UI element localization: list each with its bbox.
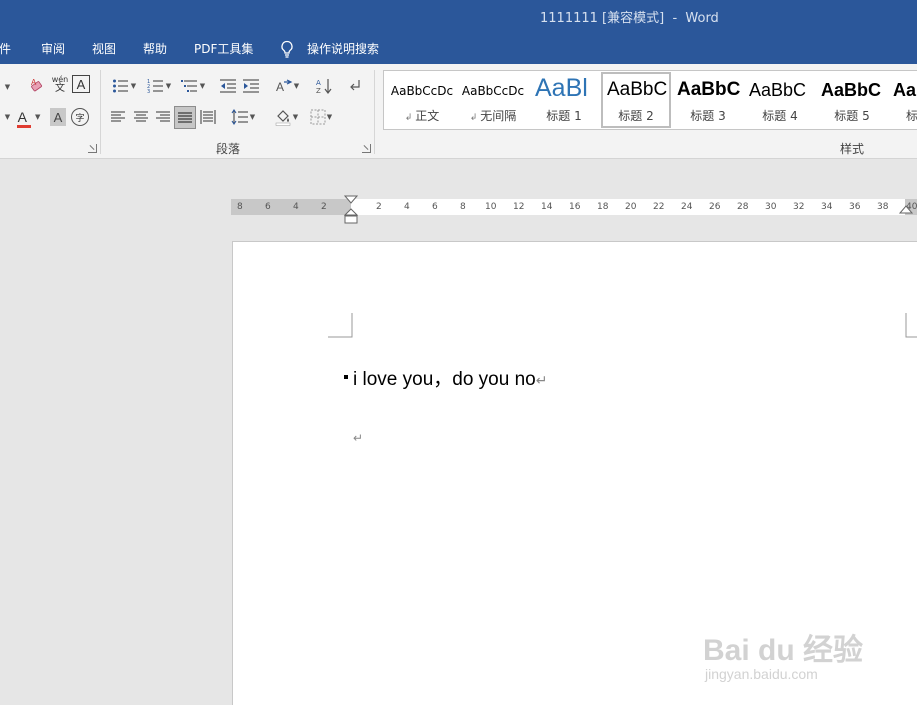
align-left-icon[interactable] [108, 106, 128, 128]
phonetic-guide-icon[interactable]: wén 文 [50, 74, 70, 96]
ruler-margin-left [231, 199, 351, 215]
margin-corner-mark-right [905, 313, 917, 338]
tab-review[interactable]: 审阅 [41, 40, 65, 57]
window-title: 1111111 [兼容模式] - Word [540, 11, 719, 26]
style-heading-4[interactable]: AaBbC 标题 4 [745, 72, 815, 128]
svg-text:3: 3 [147, 89, 150, 94]
style-no-spacing[interactable]: AaBbCcDc ↲ 无间隔 [458, 72, 528, 128]
ruler-tick: 18 [597, 202, 609, 212]
chinese-layout-icon: A [276, 79, 293, 94]
show-formatting-marks-icon[interactable] [345, 75, 365, 97]
ruler-tick: 2 [376, 202, 382, 212]
clear-formatting-icon[interactable]: A [28, 74, 48, 96]
decrease-indent-icon[interactable] [218, 75, 238, 97]
ruler-tick: 6 [265, 202, 271, 212]
sort-icon[interactable]: AZ [313, 75, 335, 97]
paragraph-group-label: 段落 [216, 142, 241, 156]
paragraph-mark: ↵ [535, 372, 548, 388]
line-spacing-icon [231, 109, 248, 125]
svg-text:A: A [276, 80, 284, 94]
indent-markers-icon[interactable] [344, 195, 358, 225]
ruler-tick: 10 [485, 202, 497, 212]
watermark-url: jingyan.baidu.com [705, 666, 818, 682]
paragraph-mark: ↵ [353, 431, 364, 445]
highlight-dropdown-partial[interactable]: ▼ [0, 106, 14, 128]
line-spacing-button[interactable]: ▼ [227, 106, 259, 128]
margin-corner-mark-left [328, 313, 353, 338]
align-right-icon[interactable] [153, 106, 173, 128]
style-heading-3[interactable]: AaBbC 标题 3 [673, 72, 743, 128]
enclose-characters-icon[interactable]: 字 [71, 108, 89, 126]
right-indent-marker-icon[interactable] [899, 204, 913, 218]
ruler-tick: 22 [653, 202, 665, 212]
font-color-button[interactable]: A ▼ [14, 106, 44, 128]
paint-bucket-icon [275, 110, 291, 126]
tab-help[interactable]: 帮助 [143, 40, 167, 57]
ruler-tick: 8 [237, 202, 243, 212]
group-separator [374, 70, 375, 154]
borders-button[interactable]: ▼ [305, 106, 337, 128]
style-heading-2[interactable]: AaBbC 标题 2 [601, 72, 671, 128]
numbering-button[interactable]: 1 2 3 ▼ [143, 75, 175, 97]
tab-file-partial[interactable]: 件 [0, 40, 11, 57]
ruler-tick: 26 [709, 202, 721, 212]
ruler-tick: 36 [849, 202, 861, 212]
ruler-tick: 2 [321, 202, 327, 212]
ruler-tick: 16 [569, 202, 581, 212]
tell-me-search[interactable]: 操作说明搜索 [307, 40, 379, 57]
style-heading-6-partial[interactable]: AaI 标 [889, 72, 917, 128]
document-paragraph[interactable]: i love you，do you no↵ [353, 364, 547, 391]
ruler-tick: 30 [765, 202, 777, 212]
ruler-tick: 34 [821, 202, 833, 212]
font-dropdown-partial[interactable]: ▼ [0, 76, 14, 98]
svg-text:A: A [31, 78, 37, 87]
ruler-tick: 28 [737, 202, 749, 212]
tab-view[interactable]: 视图 [92, 40, 116, 57]
increase-indent-icon[interactable] [241, 75, 261, 97]
distributed-icon[interactable] [198, 106, 218, 128]
paragraph-dialog-launcher[interactable] [362, 144, 371, 153]
numbering-icon: 123 [147, 79, 163, 94]
empty-paragraph[interactable]: ↵ [353, 426, 363, 448]
ribbon-tabs: 件 审阅 视图 帮助 PDF工具集 操作说明搜索 [0, 32, 917, 64]
font-color-swatch [17, 125, 31, 128]
watermark-logo: Bai du 经验 [703, 634, 864, 667]
font-dialog-launcher[interactable] [88, 144, 97, 153]
character-border-icon[interactable]: A [72, 75, 90, 93]
multilevel-list-button[interactable]: ▼ [177, 75, 209, 97]
ruler-tick: 6 [432, 202, 438, 212]
ruler-tick: 38 [877, 202, 889, 212]
ruler-tick: 14 [541, 202, 553, 212]
justify-icon[interactable] [174, 106, 196, 129]
svg-text:A: A [316, 79, 321, 87]
align-center-icon[interactable] [131, 106, 151, 128]
style-normal[interactable]: AaBbCcDc ↲ 正文 [387, 72, 457, 128]
title-bar: 1111111 [兼容模式] - Word [0, 0, 917, 32]
borders-icon [310, 109, 326, 125]
multilevel-list-icon [180, 80, 197, 92]
shading-button[interactable]: ▼ [270, 106, 302, 128]
font-color-icon: A [17, 109, 27, 125]
svg-text:Z: Z [316, 87, 321, 95]
ruler-tick: 32 [793, 202, 805, 212]
tab-pdf-tools[interactable]: PDF工具集 [194, 40, 253, 57]
ruler-tick: 4 [293, 202, 299, 212]
paragraph-mark-bullet [344, 375, 348, 379]
style-heading-1[interactable]: AaBl 标题 1 [529, 72, 599, 128]
style-heading-5[interactable]: AaBbC 标题 5 [817, 72, 887, 128]
character-shading-icon[interactable]: A [50, 108, 66, 126]
horizontal-ruler[interactable]: 8 6 4 2 2 4 6 8 10 12 14 16 18 20 22 24 … [231, 199, 917, 215]
ruler-tick: 20 [625, 202, 637, 212]
chinese-layout-button[interactable]: A ▼ [272, 75, 302, 97]
ruler-tick: 24 [681, 202, 693, 212]
bullets-icon [112, 79, 128, 93]
group-separator [100, 70, 101, 154]
ruler-tick: 4 [404, 202, 410, 212]
styles-group-label: 样式 [840, 142, 865, 156]
ruler-tick: 8 [460, 202, 466, 212]
bullets-button[interactable]: ▼ [108, 75, 140, 97]
lightbulb-icon [281, 40, 293, 58]
ruler-tick: 12 [513, 202, 525, 212]
